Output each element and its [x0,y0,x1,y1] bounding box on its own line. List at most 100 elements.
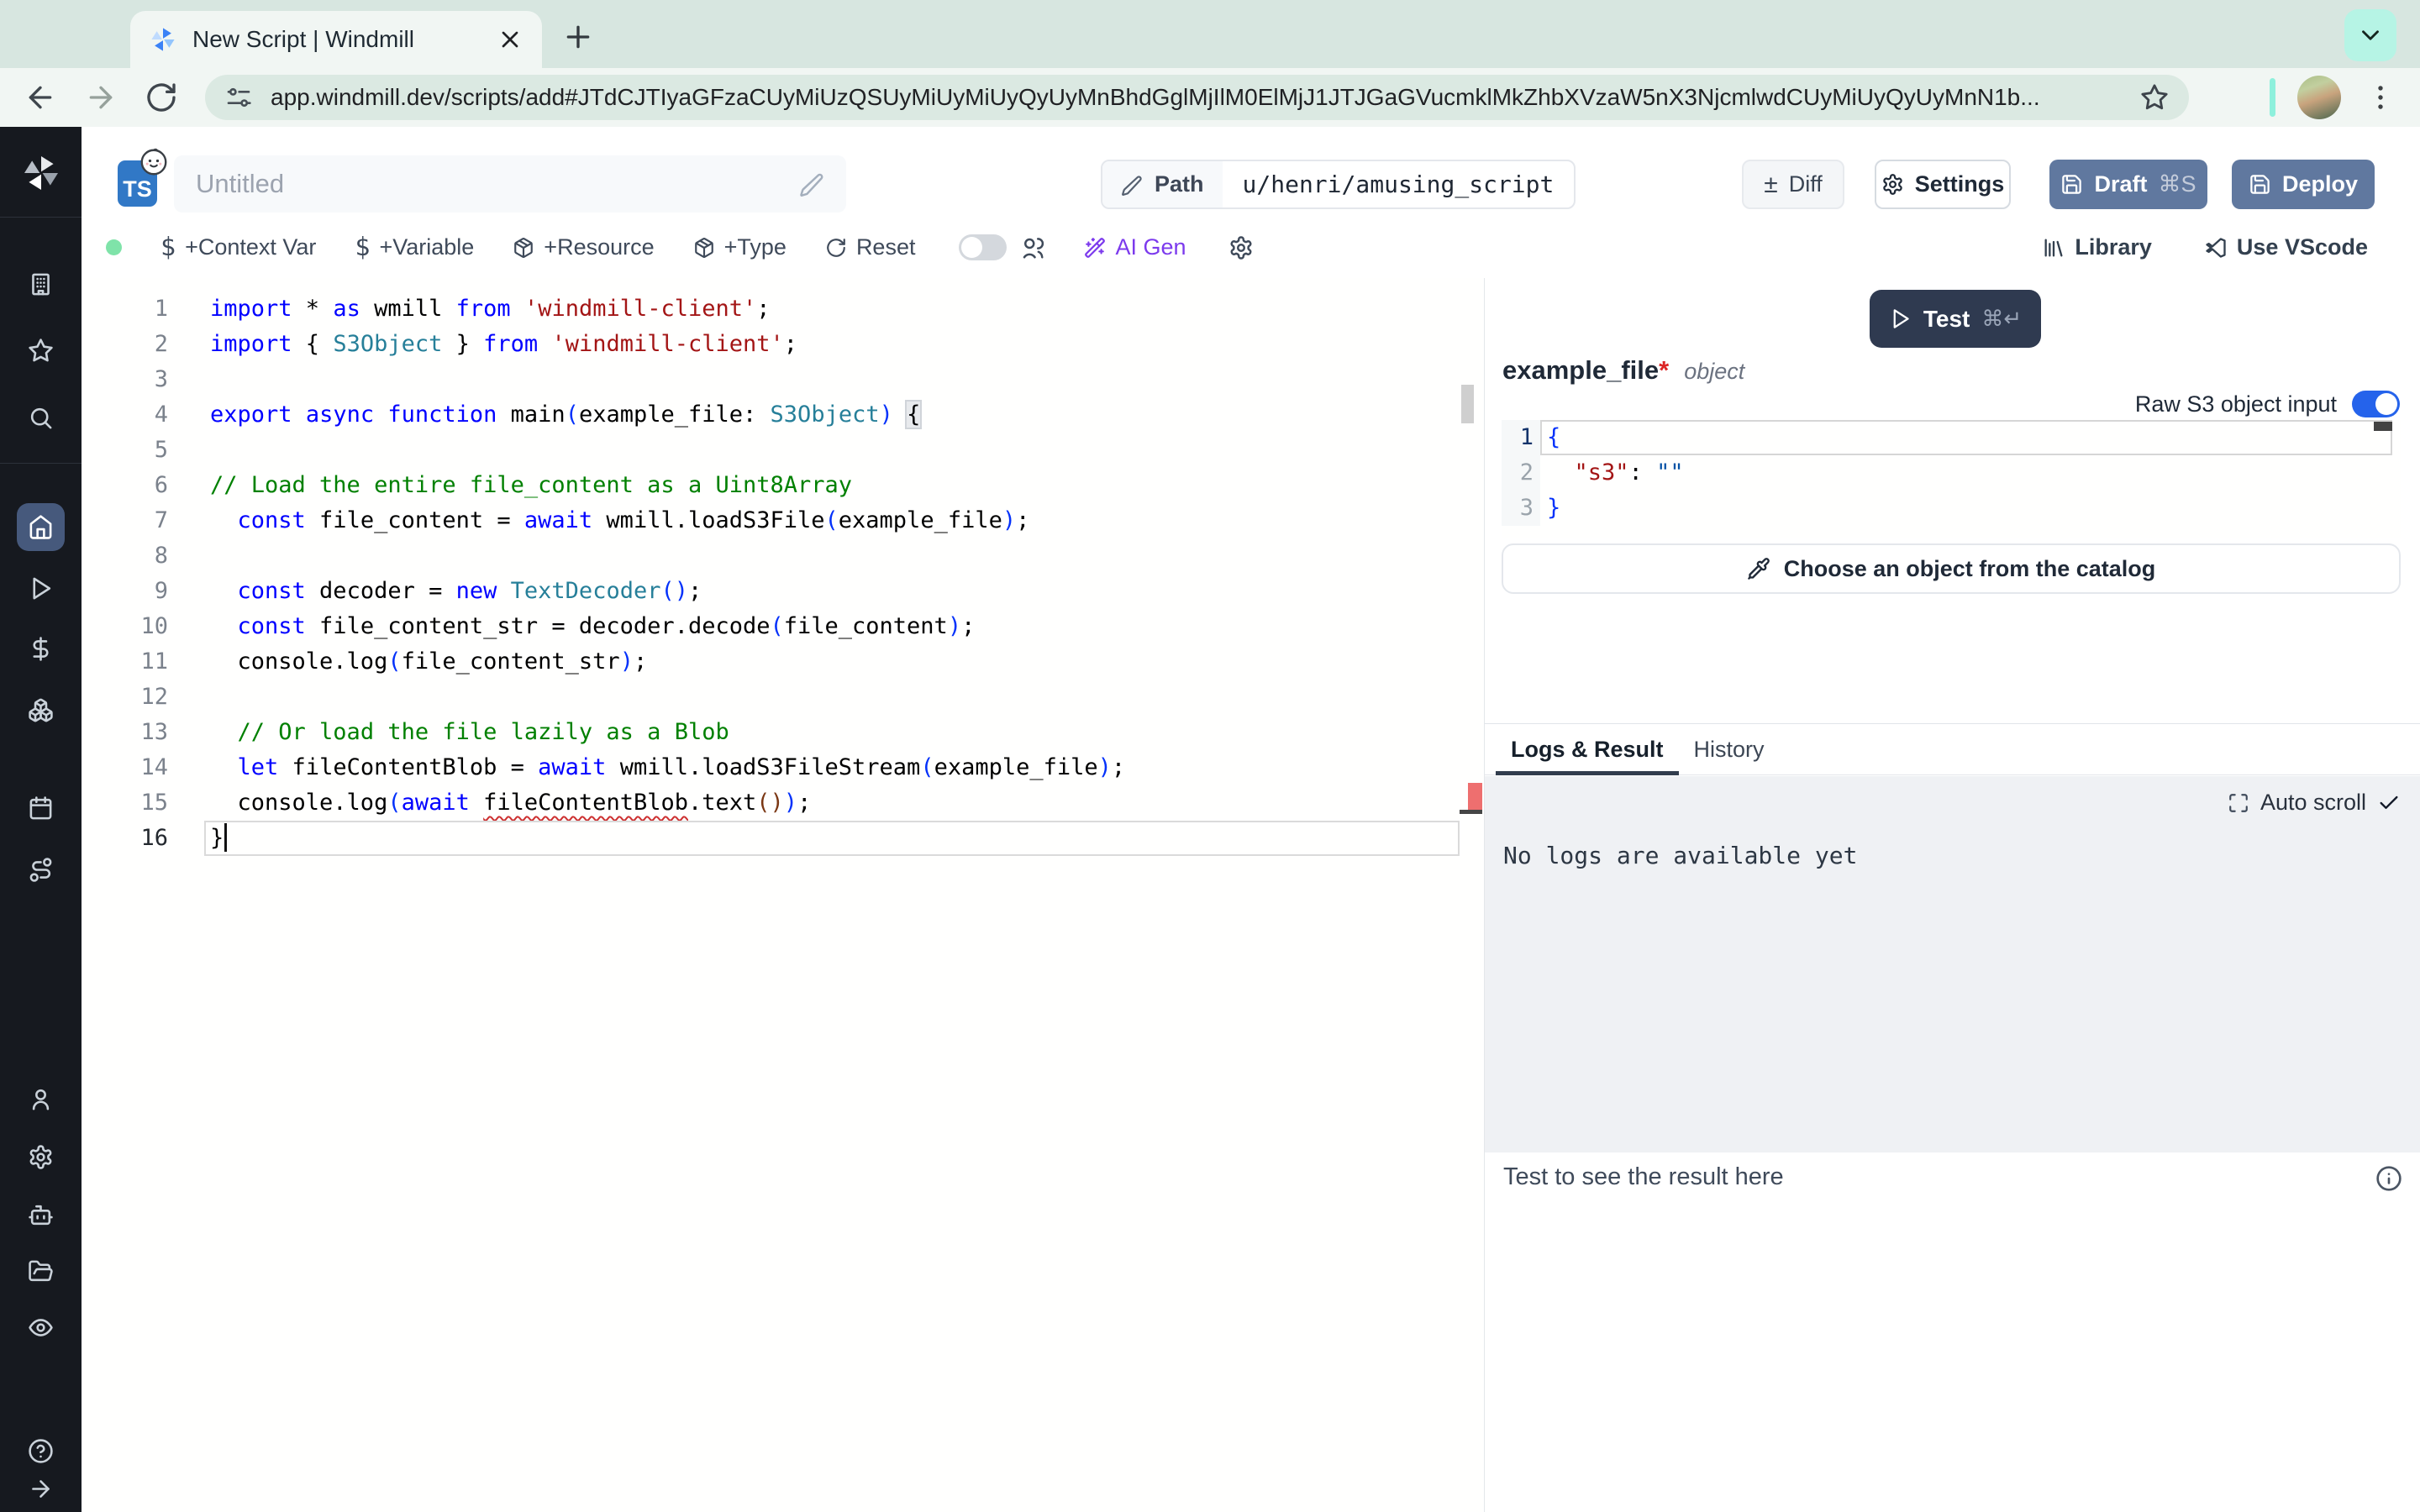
sidebar-item-flows[interactable] [28,857,54,883]
raw-s3-label: Raw S3 object input [2135,391,2337,417]
dollar-icon [28,636,54,662]
test-label: Test [1923,306,1970,333]
sidebar-item-audit-logs[interactable] [28,1315,54,1341]
browser-tab[interactable]: New Script | Windmill [130,11,542,68]
code-editor[interactable]: 1import * as wmill from 'windmill-client… [82,278,1483,1512]
address-bar[interactable]: app.windmill.dev/scripts/add#JTdCJTIyaGF… [205,75,2189,120]
code-lines[interactable]: 1import * as wmill from 'windmill-client… [82,291,1483,856]
code-line-9[interactable]: 9 const decoder = new TextDecoder(); [82,574,1483,609]
code-line-3[interactable]: 3 [82,362,1483,397]
auto-scroll-control[interactable]: Auto scroll [2228,790,2401,816]
site-settings-icon[interactable] [225,84,252,111]
code-line-7[interactable]: 7 const file_content = await wmill.loadS… [82,503,1483,538]
windmill-new-script-page: New Script | Windmill app.windmill.dev/s… [0,0,2420,1512]
expand-icon[interactable] [2228,792,2249,814]
reset-button[interactable]: Reset [825,234,916,260]
code-line-13[interactable]: 13 // Or load the file lazily as a Blob [82,715,1483,750]
add-context-var-button[interactable]: $ +Context Var [160,233,316,262]
tab-logs-result[interactable]: Logs & Result [1496,724,1679,774]
diff-button[interactable]: ± Diff [1742,160,1844,209]
url-text[interactable]: app.windmill.dev/scripts/add#JTdCJTIyaGF… [271,84,2125,111]
choose-object-button[interactable]: Choose an object from the catalog [1502,543,2401,594]
windmill-favicon [149,25,177,54]
settings-button[interactable]: Settings [1875,160,2011,209]
code-line-2[interactable]: 2 "s3": "" [1502,455,2401,491]
forward-button[interactable] [84,81,118,114]
sidebar-divider [0,463,82,464]
line-content: console.log(await fileContentBlob.text()… [210,785,811,821]
multiplayer-toggle[interactable] [959,234,1007,260]
app-sidebar [0,127,82,1512]
face-emoji-badge [139,147,169,177]
code-line-1[interactable]: 1import * as wmill from 'windmill-client… [82,291,1483,327]
ai-gen-button[interactable]: AI Gen [1084,234,1186,260]
sidebar-item-folders[interactable] [28,1258,54,1284]
tab-search-button[interactable] [2344,9,2396,61]
code-line-8[interactable]: 8 [82,538,1483,574]
bookmark-star-icon[interactable] [2140,83,2169,112]
add-resource-button[interactable]: +Resource [513,234,654,260]
code-line-2[interactable]: 2import { S3Object } from 'windmill-clie… [82,327,1483,362]
deploy-button[interactable]: Deploy [2232,160,2375,209]
raw-s3-toggle[interactable] [2352,391,2400,417]
sidebar-item-help[interactable] [28,1438,54,1464]
deploy-label: Deploy [2282,171,2358,197]
code-line-15[interactable]: 15 console.log(await fileContentBlob.tex… [82,785,1483,821]
windmill-logo[interactable] [20,152,62,194]
code-line-14[interactable]: 14 let fileContentBlob = await wmill.loa… [82,750,1483,785]
vscode-icon [2204,236,2228,260]
code-line-16[interactable]: 16} [82,821,1483,856]
line-number: 1 [1502,420,1540,455]
script-path-field[interactable]: Path u/henri/amusing_script [1101,160,1576,209]
argument-json-editor[interactable]: 1{2 "s3": ""3} [1502,420,2401,538]
line-number: 1 [82,291,168,327]
profile-avatar[interactable] [2297,76,2341,119]
sidebar-item-account[interactable] [28,1086,54,1112]
code-line-5[interactable]: 5 [82,433,1483,468]
pipette-icon [1747,557,1770,580]
tab-history[interactable]: History [1679,724,1780,774]
draft-button[interactable]: Draft ⌘S [2049,160,2207,209]
code-line-3[interactable]: 3} [1502,491,2401,526]
sidebar-item-runs[interactable] [28,575,54,601]
no-logs-message: No logs are available yet [1503,842,1857,869]
new-tab-button[interactable] [561,20,595,54]
tab-close-icon[interactable] [497,26,523,53]
code-line-6[interactable]: 6// Load the entire file_content as a Ui… [82,468,1483,503]
line-number: 2 [1502,455,1540,491]
add-variable-button[interactable]: $ +Variable [355,233,474,262]
test-button[interactable]: Test ⌘↵ [1870,290,2041,348]
code-line-4[interactable]: 4export async function main(example_file… [82,397,1483,433]
code-line-12[interactable]: 12 [82,680,1483,715]
sidebar-item-workspace[interactable] [28,271,54,297]
sidebar-item-favorites[interactable] [28,338,54,364]
sidebar-item-workers[interactable] [28,1202,54,1228]
sidebar-item-expand-sidebar[interactable] [28,1476,54,1502]
reload-button[interactable] [145,81,178,114]
back-button[interactable] [24,81,57,114]
sidebar-item-workspace-settings[interactable] [28,1144,54,1170]
required-asterisk: * [1659,355,1669,386]
sidebar-item-home[interactable] [17,503,65,551]
info-icon[interactable] [2375,1165,2402,1192]
library-button[interactable]: Library [2042,234,2152,260]
script-summary-input[interactable]: Untitled [174,155,846,213]
sidebar-item-variables[interactable] [28,636,54,662]
check-icon[interactable] [2377,791,2401,815]
code-line-11[interactable]: 11 console.log(file_content_str); [82,644,1483,680]
sidebar-item-search[interactable] [28,405,54,431]
argument-name: example_file [1502,355,1659,386]
use-vscode-button[interactable]: Use VScode [2204,234,2368,260]
summary-placeholder: Untitled [196,169,799,199]
editor-scrollbar-thumb[interactable] [1461,385,1474,423]
editor-settings-gear-icon[interactable] [1228,235,1254,260]
edit-pencil-icon[interactable] [799,171,824,197]
browser-menu-icon[interactable] [2365,81,2396,113]
help-icon [28,1438,54,1464]
code-line-10[interactable]: 10 const file_content_str = decoder.deco… [82,609,1483,644]
sidebar-item-schedules[interactable] [28,795,54,822]
sidebar-item-resources[interactable] [28,697,54,723]
add-type-button[interactable]: +Type [693,234,786,260]
extensions-icon[interactable] [2216,81,2248,113]
code-line-1[interactable]: 1{ [1502,420,2401,455]
